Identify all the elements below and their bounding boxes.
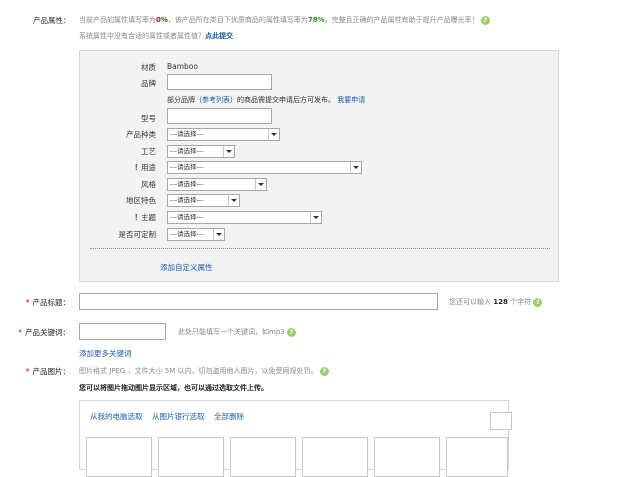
title-input[interactable] — [79, 293, 438, 310]
keyword-field-label: * 产品关键词： — [0, 327, 70, 338]
help-icon[interactable]: ? — [480, 15, 490, 25]
good-rate-value: 78% — [307, 16, 325, 24]
suggest-text: 系统属性中没有合适的属性或者属性值？ — [79, 32, 205, 40]
image-slot-5[interactable] — [374, 437, 440, 477]
title-label-text: 产品标题： — [32, 298, 71, 307]
product-type-select[interactable]: ---请选择--- — [167, 128, 280, 141]
chevron-down-icon[interactable] — [228, 195, 239, 206]
region-feature-select-value: ---请选择--- — [170, 196, 204, 204]
chevron-down-icon[interactable] — [213, 229, 224, 240]
upload-from-image-bank-tab[interactable]: 从图片银行选取 — [152, 411, 205, 422]
right-scroll-edge — [628, 0, 640, 465]
fill-rate-suffix: ，完整且正确的产品属性有助于提升产品曝光率！ — [324, 16, 479, 24]
image-slot-3[interactable] — [230, 437, 296, 477]
required-star: * — [25, 367, 30, 376]
style-select[interactable]: ---请选择--- — [167, 178, 267, 191]
image-field-label: * 产品图片： — [0, 366, 70, 377]
image-slot-4[interactable] — [302, 437, 368, 477]
required-star: * — [18, 328, 22, 337]
product-type-select-value: ---请选择--- — [170, 130, 204, 138]
upload-from-computer-tab[interactable]: 从我的电脑选取 — [90, 411, 143, 422]
brand-note-prefix: 部分品牌（ — [167, 96, 202, 104]
usage-select-value: ---请选择--- — [170, 163, 204, 171]
theme-select-value: ---请选择--- — [170, 213, 204, 221]
keyword-hint: 此处只能填写一个关键词，如mp3 ? — [178, 327, 296, 337]
chevron-down-icon[interactable] — [268, 129, 279, 140]
image-slot-6[interactable] — [446, 437, 508, 477]
keyword-hint-text: 此处只能填写一个关键词，如mp3 — [178, 328, 285, 336]
theme-label: ! 主题 — [86, 212, 156, 223]
upload-box-corner — [490, 412, 512, 430]
craft-label: 工艺 — [86, 146, 156, 157]
help-icon[interactable]: ? — [286, 327, 296, 337]
title-field-label: * 产品标题： — [0, 297, 70, 308]
keyword-label-text: 产品关键词： — [25, 328, 70, 337]
brand-label: 品牌 — [141, 79, 156, 88]
chevron-down-icon[interactable] — [310, 212, 321, 223]
add-more-keywords-link[interactable]: 添加更多关键词 — [79, 348, 132, 359]
model-input[interactable] — [167, 108, 272, 124]
craft-select[interactable]: ---请选择--- — [167, 145, 235, 158]
customizable-label-text: 是否可定制 — [118, 230, 157, 239]
title-hint-suffix: 个字符 — [510, 298, 532, 306]
brand-note-suffix: ）的商品需提交申请后方可发布。 — [230, 96, 335, 104]
required-star: * — [25, 298, 30, 307]
delete-all-images-link[interactable]: 全部删除 — [214, 411, 244, 422]
material-label: 材质 — [141, 63, 156, 72]
brand-reference-link[interactable]: 参考列表 — [202, 96, 230, 104]
chevron-down-icon[interactable] — [255, 179, 266, 190]
theme-select[interactable]: ---请选择--- — [167, 211, 322, 224]
title-char-hint: 您还可以输入 128 个字符 ? — [449, 297, 543, 307]
add-custom-attribute-link[interactable]: 添加自定义属性 — [160, 262, 213, 273]
usage-label: ! 用途 — [86, 162, 156, 173]
region-feature-label: 地区特色 — [86, 195, 156, 206]
customizable-label: 是否可定制 — [86, 229, 157, 240]
image-format-note: 图片格式 JPEG ，文件大小 5M 以内，切勿盗用他人图片，以免受网规处罚。 … — [79, 366, 329, 376]
style-label-text: 风格 — [141, 180, 156, 189]
fill-rate-middle: ，该产品所在类目下优质商品的属性填写率为 — [167, 16, 308, 24]
customizable-select[interactable]: ---请选择--- — [167, 228, 225, 241]
chevron-down-icon[interactable] — [223, 146, 234, 157]
brand-note: 部分品牌（参考列表）的商品需提交申请后方可发布。 我要申请 — [167, 95, 365, 105]
fill-rate-line: 当前产品的属性填写率为0%，该产品所在类目下优质商品的属性填写率为78%，完整且… — [79, 15, 490, 25]
usage-label-text: 用途 — [141, 163, 156, 172]
required-mark: ! — [134, 213, 138, 222]
craft-label-text: 工艺 — [141, 147, 156, 156]
submit-suggestion-link[interactable]: 点此提交 — [205, 32, 233, 40]
panel-divider — [90, 248, 550, 249]
keyword-input[interactable] — [79, 323, 166, 340]
image-label-text: 产品图片： — [32, 367, 71, 376]
style-label: 风格 — [86, 179, 156, 190]
fill-rate-value: 0% — [156, 16, 168, 24]
image-format-text: 图片格式 JPEG ，文件大小 5M 以内，切勿盗用他人图片，以免受网规处罚。 — [79, 367, 318, 375]
product-type-label-text: 产品种类 — [126, 130, 156, 139]
material-value: Bamboo — [167, 62, 198, 71]
theme-label-text: 主题 — [141, 213, 156, 222]
image-slot-2[interactable] — [158, 437, 224, 477]
fill-rate-prefix: 当前产品的属性填写率为 — [79, 16, 156, 24]
brand-apply-link[interactable]: 我要申请 — [337, 96, 365, 104]
model-label: 型号 — [141, 114, 156, 123]
title-hint-prefix: 您还可以输入 — [449, 298, 491, 306]
region-feature-label-text: 地区特色 — [126, 196, 156, 205]
attributes-section-label: 产品属性： — [33, 16, 71, 25]
image-slot-1[interactable] — [86, 437, 152, 477]
style-select-value: ---请选择--- — [170, 180, 204, 188]
help-icon[interactable]: ? — [319, 366, 329, 376]
image-drag-note: 您可以将图片拖动图片显示区域，也可以通过选取文件上传。 — [79, 384, 268, 392]
help-icon[interactable]: ? — [533, 297, 543, 307]
suggest-attribute-line: 系统属性中没有合适的属性或者属性值？点此提交 — [79, 31, 233, 41]
chevron-down-icon[interactable] — [350, 162, 361, 173]
craft-select-value: ---请选择--- — [170, 147, 204, 155]
region-feature-select[interactable]: ---请选择--- — [167, 194, 240, 207]
customizable-select-value: ---请选择--- — [170, 230, 204, 238]
brand-input[interactable] — [167, 74, 272, 90]
product-type-label: 产品种类 — [86, 129, 156, 140]
usage-select[interactable]: ---请选择--- — [167, 161, 362, 174]
required-mark: ! — [134, 163, 138, 172]
title-remaining-count: 128 — [493, 298, 508, 306]
